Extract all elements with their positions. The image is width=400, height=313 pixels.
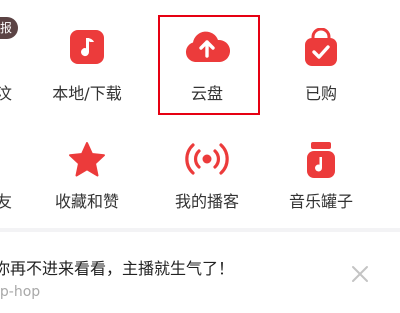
notification-subtitle: ip-hop — [0, 284, 41, 300]
partial-left-label[interactable]: 汶 — [0, 80, 12, 104]
notification-badge: 报 — [0, 17, 18, 39]
grid-item-label: 收藏和赞 — [54, 192, 119, 211]
partial-left-label[interactable]: 友 — [0, 188, 12, 212]
notification-message: 你再不进来看看，主播就生气了！ — [0, 259, 235, 278]
quick-access-panel: 报 汶 友 本地/下载 云盘 已购 收藏和赞 我的播客 音乐罐子 — [0, 0, 400, 228]
selection-highlight-box — [158, 15, 260, 115]
grid-item-label: 音乐罐子 — [288, 192, 353, 211]
grid-item-label: 我的播客 — [174, 192, 239, 211]
grid-item-music-jar[interactable]: 音乐罐子 — [261, 0, 381, 211]
notification-card[interactable]: 你再不进来看看，主播就生气了！ ip-hop — [0, 232, 400, 313]
star-icon — [67, 140, 107, 182]
grid-item-favorites-likes[interactable]: 收藏和赞 — [27, 0, 147, 211]
podcast-broadcast-icon — [183, 140, 231, 182]
music-jar-icon — [303, 140, 339, 184]
close-icon[interactable] — [350, 264, 370, 284]
